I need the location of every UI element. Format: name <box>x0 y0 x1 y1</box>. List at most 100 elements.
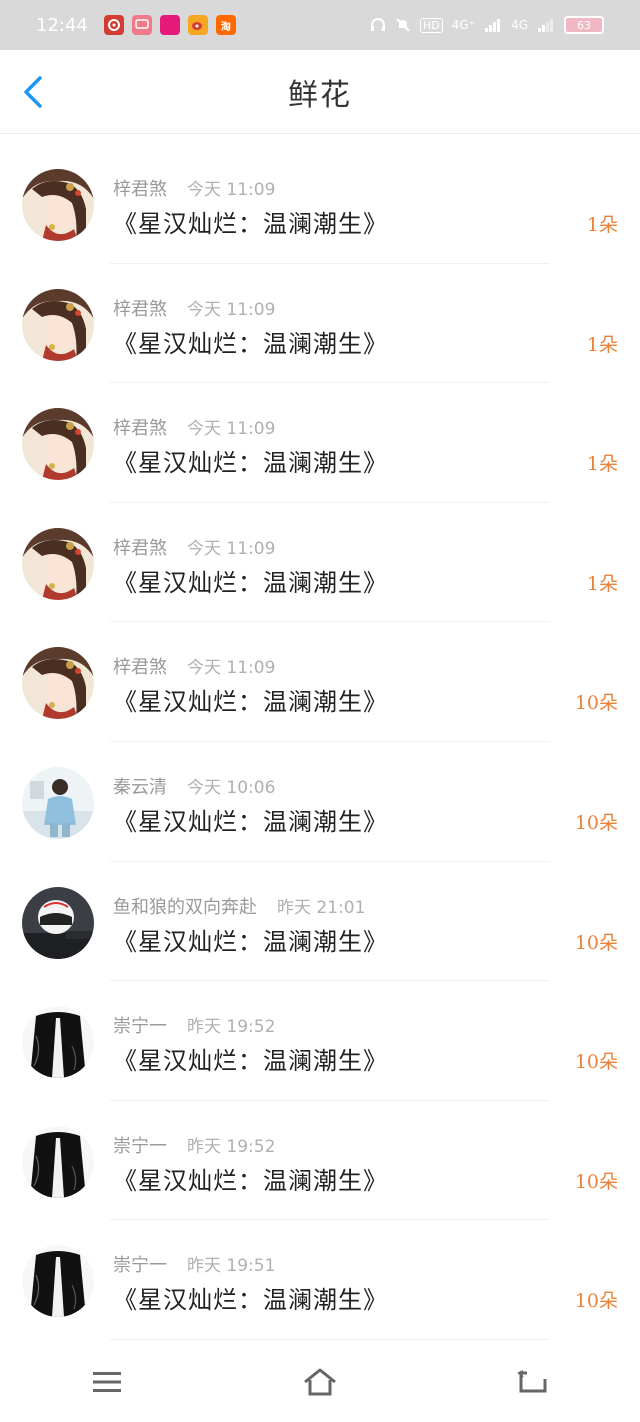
list-item[interactable]: 鱼和狼的双向奔赴 昨天 21:01 《星汉灿烂：温澜潮生》 10朵 <box>0 862 640 982</box>
timestamp: 昨天 21:01 <box>277 897 366 918</box>
item-meta: 崇宁一 昨天 19:51 <box>113 1251 275 1277</box>
book-title[interactable]: 《星汉灿烂：温澜潮生》 <box>113 1041 388 1076</box>
status-indicators: HD 4G⁺ 4G 63 <box>370 16 604 34</box>
mute-icon <box>396 18 410 32</box>
user-name[interactable]: 崇宁一 <box>113 1255 167 1276</box>
book-title[interactable]: 《星汉灿烂：温澜潮生》 <box>113 1280 388 1315</box>
list-item[interactable]: 梓君煞 今天 11:09 《星汉灿烂：温澜潮生》 10朵 <box>0 622 640 742</box>
system-back-button[interactable] <box>503 1352 563 1412</box>
book-title[interactable]: 《星汉灿烂：温澜潮生》 <box>113 204 388 239</box>
user-name[interactable]: 崇宁一 <box>113 1016 167 1037</box>
status-time: 12:44 <box>36 14 88 36</box>
user-name[interactable]: 梓君煞 <box>113 657 167 678</box>
avatar[interactable] <box>22 169 94 241</box>
headphones-icon <box>371 18 386 31</box>
user-name[interactable]: 秦云清 <box>113 777 167 798</box>
page-title: 鲜花 <box>288 77 352 113</box>
flower-count: 10朵 <box>574 692 618 715</box>
signal2-icon <box>538 19 553 32</box>
message-icon <box>131 15 152 35</box>
back-button[interactable] <box>20 74 50 110</box>
user-name[interactable]: 梓君煞 <box>113 179 167 200</box>
list-item[interactable]: 崇宁一 昨天 19:52 《星汉灿烂：温澜潮生》 10朵 <box>0 981 640 1101</box>
flower-gift-list: 梓君煞 今天 11:09 《星汉灿烂：温澜潮生》 1朵 梓君煞 今天 11:09 《星汉灿烂… <box>0 144 640 1340</box>
item-meta: 梓君煞 今天 11:09 <box>113 653 275 679</box>
flower-count: 1朵 <box>586 214 618 236</box>
item-meta: 鱼和狼的双向奔赴 昨天 21:01 <box>113 893 365 919</box>
timestamp: 今天 11:09 <box>187 180 276 200</box>
book-title[interactable]: 《星汉灿烂：温澜潮生》 <box>113 563 388 598</box>
taobao-icon: 淘 <box>215 15 236 35</box>
status-bar: 12:44 淘 HD 4G⁺ 4G 63 <box>0 0 640 50</box>
user-name[interactable]: 鱼和狼的双向奔赴 <box>113 897 257 918</box>
flower-count: 10朵 <box>574 811 618 834</box>
item-meta: 梓君煞 今天 11:09 <box>113 295 275 321</box>
signal-icon <box>485 19 501 32</box>
weibo-icon <box>187 15 208 35</box>
flower-count: 10朵 <box>574 1290 618 1313</box>
book-title[interactable]: 《星汉灿烂：温澜潮生》 <box>113 324 388 359</box>
user-name[interactable]: 梓君煞 <box>113 299 167 320</box>
avatar[interactable] <box>22 527 94 600</box>
item-meta: 秦云清 今天 10:06 <box>113 773 275 799</box>
avatar[interactable] <box>22 408 94 481</box>
list-item[interactable]: 梓君煞 今天 11:09 《星汉灿烂：温澜潮生》 1朵 <box>0 383 640 503</box>
book-title[interactable]: 《星汉灿烂：温澜潮生》 <box>113 922 388 957</box>
divider <box>110 1338 550 1340</box>
battery-indicator: 63 <box>564 16 604 34</box>
avatar[interactable] <box>22 1006 94 1079</box>
header-bar: 鲜花 <box>0 50 640 134</box>
item-meta: 梓君煞 今天 11:09 <box>113 534 275 560</box>
list-item[interactable]: 崇宁一 昨天 19:51 《星汉灿烂：温澜潮生》 10朵 <box>0 1220 640 1340</box>
avatar[interactable] <box>22 1245 94 1318</box>
timestamp: 昨天 19:52 <box>187 1136 276 1157</box>
timestamp: 今天 11:09 <box>187 419 276 440</box>
timestamp: 今天 11:09 <box>187 538 276 559</box>
timestamp: 昨天 19:51 <box>187 1256 276 1277</box>
list-item[interactable]: 秦云清 今天 10:06 《星汉灿烂：温澜潮生》 10朵 <box>0 742 640 862</box>
hd-badge: HD <box>420 17 443 33</box>
timestamp: 昨天 19:52 <box>187 1017 276 1038</box>
network-label: 4G⁺ <box>451 18 476 32</box>
timestamp: 今天 10:06 <box>187 777 276 798</box>
avatar[interactable] <box>22 647 94 720</box>
item-meta: 梓君煞 今天 11:09 <box>113 414 275 440</box>
app-icon <box>159 15 180 35</box>
timestamp: 今天 11:09 <box>187 658 276 679</box>
book-title[interactable]: 《星汉灿烂：温澜潮生》 <box>113 682 388 717</box>
timestamp: 今天 11:09 <box>187 299 276 320</box>
network2-label: 4G <box>511 18 528 32</box>
flower-count: 10朵 <box>574 1170 618 1193</box>
home-button[interactable] <box>290 1352 350 1412</box>
menu-icon <box>92 1372 121 1392</box>
item-meta: 崇宁一 昨天 19:52 <box>113 1012 275 1038</box>
list-item[interactable]: 崇宁一 昨天 19:52 《星汉灿烂：温澜潮生》 10朵 <box>0 1101 640 1221</box>
list-item[interactable]: 梓君煞 今天 11:09 《星汉灿烂：温澜潮生》 1朵 <box>0 503 640 623</box>
list-item[interactable]: 梓君煞 今天 11:09 《星汉灿烂：温澜潮生》 1朵 <box>0 264 640 384</box>
item-meta: 梓君煞 今天 11:09 <box>113 175 275 201</box>
status-app-icons: 淘 <box>103 15 236 35</box>
menu-button[interactable] <box>77 1352 137 1412</box>
avatar[interactable] <box>22 886 94 959</box>
book-title[interactable]: 《星汉灿烂：温澜潮生》 <box>113 1161 388 1196</box>
user-name[interactable]: 崇宁一 <box>113 1136 167 1157</box>
system-nav-bar <box>0 1342 640 1422</box>
flower-count: 10朵 <box>574 931 618 954</box>
book-title[interactable]: 《星汉灿烂：温澜潮生》 <box>113 443 388 478</box>
flower-count: 1朵 <box>586 333 618 356</box>
list-item[interactable]: 梓君煞 今天 11:09 《星汉灿烂：温澜潮生》 1朵 <box>0 144 640 264</box>
home-icon <box>304 1368 336 1396</box>
avatar[interactable] <box>22 288 94 361</box>
user-name[interactable]: 梓君煞 <box>113 418 167 439</box>
item-meta: 崇宁一 昨天 19:52 <box>113 1132 275 1158</box>
flower-count: 1朵 <box>586 453 618 476</box>
avatar[interactable] <box>22 766 94 839</box>
book-title[interactable]: 《星汉灿烂：温澜潮生》 <box>113 802 388 837</box>
user-name[interactable]: 梓君煞 <box>113 538 167 559</box>
back-icon <box>517 1370 547 1393</box>
flower-count: 10朵 <box>574 1051 618 1074</box>
netease-music-icon <box>103 15 124 35</box>
chevron-left-icon <box>24 76 42 108</box>
avatar[interactable] <box>22 1125 94 1198</box>
flower-count: 1朵 <box>586 572 618 595</box>
